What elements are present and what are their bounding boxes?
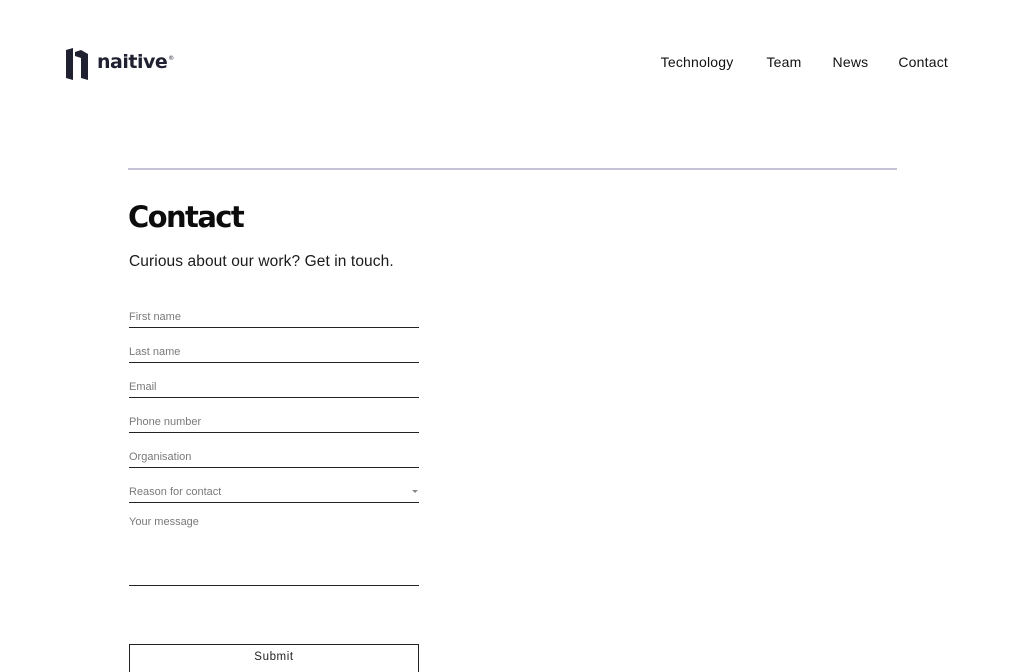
naitive-logo-icon [66, 47, 88, 80]
nav-technology[interactable]: Technology [661, 54, 734, 70]
organisation-field-wrapper [129, 433, 419, 468]
reason-for-contact-select[interactable]: Reason for contact [129, 481, 419, 503]
page-subtitle: Curious about our work? Get in touch. [129, 253, 394, 270]
email-field-wrapper [129, 363, 419, 398]
caret-down-icon [412, 490, 418, 493]
submit-button[interactable]: Submit [129, 644, 419, 672]
first-name-field-wrapper [129, 305, 419, 328]
nav-contact[interactable]: Contact [898, 54, 948, 70]
section-divider [128, 168, 897, 170]
logo[interactable]: naitive® [66, 47, 174, 80]
logo-wordmark: naitive® [97, 51, 174, 73]
phone-field-wrapper [129, 398, 419, 433]
nav-news[interactable]: News [833, 54, 869, 70]
page-title: Contact [128, 200, 245, 234]
reason-select-label: Reason for contact [129, 485, 222, 498]
email-input[interactable] [129, 376, 419, 398]
organisation-input[interactable] [129, 446, 419, 468]
message-textarea[interactable] [129, 516, 419, 586]
reason-field-wrapper: Reason for contact [129, 468, 419, 503]
first-name-input[interactable] [129, 306, 419, 328]
nav-team[interactable]: Team [766, 54, 801, 70]
contact-page: naitive® Technology Team News Contact Co… [0, 0, 1024, 672]
last-name-input[interactable] [129, 341, 419, 363]
site-header: naitive® Technology Team News Contact [0, 0, 1024, 120]
phone-number-input[interactable] [129, 411, 419, 433]
message-field-wrapper [129, 503, 419, 586]
contact-form: Reason for contact [129, 305, 419, 586]
logo-text: naitive [97, 50, 168, 73]
main-nav: Technology Team News Contact [661, 54, 948, 70]
registered-mark: ® [168, 55, 174, 63]
last-name-field-wrapper [129, 328, 419, 363]
